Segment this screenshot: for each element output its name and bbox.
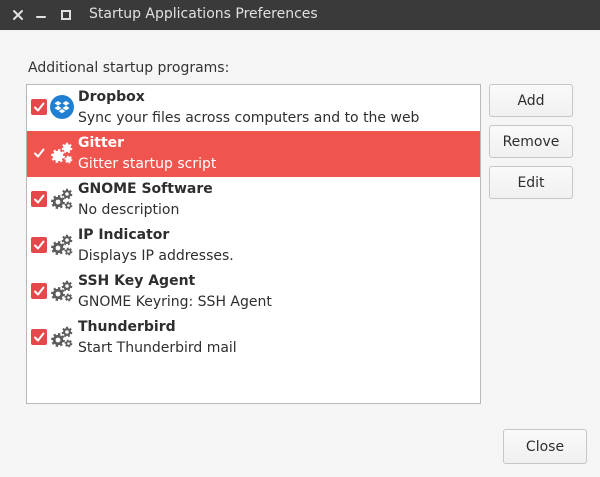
checkmark-icon (34, 102, 45, 112)
minimize-icon (36, 16, 46, 18)
list-label: Additional startup programs: (28, 60, 230, 76)
close-button[interactable]: Close (503, 429, 587, 464)
enabled-checkbox[interactable] (31, 145, 47, 161)
close-window-button[interactable] (7, 0, 29, 30)
program-name: SSH Key Agent (78, 273, 196, 289)
remove-button[interactable]: Remove (489, 125, 573, 158)
dropbox-icon (50, 95, 74, 119)
checkmark-icon (34, 194, 45, 204)
edit-button[interactable]: Edit (489, 166, 573, 199)
enabled-checkbox[interactable] (31, 283, 47, 299)
program-name: Dropbox (78, 89, 145, 105)
gears-icon (50, 325, 74, 349)
startup-programs-list[interactable]: Dropbox Sync your files across computers … (26, 84, 481, 404)
gears-icon (50, 233, 74, 257)
checkmark-icon (34, 240, 45, 250)
program-description: GNOME Keyring: SSH Agent (78, 294, 272, 310)
program-description: Gitter startup script (78, 156, 217, 172)
enabled-checkbox[interactable] (31, 329, 47, 345)
enabled-checkbox[interactable] (31, 99, 47, 115)
enabled-checkbox[interactable] (31, 237, 47, 253)
maximize-window-button[interactable] (55, 0, 77, 30)
program-description: Displays IP addresses. (78, 248, 234, 264)
window-title: Startup Applications Preferences (89, 6, 318, 22)
checkmark-icon (34, 332, 45, 342)
checkmark-icon (34, 286, 45, 296)
list-item[interactable]: IP Indicator Displays IP addresses. (27, 223, 480, 269)
gears-icon (50, 187, 74, 211)
list-item[interactable]: Thunderbird Start Thunderbird mail (27, 315, 480, 361)
gears-icon (50, 141, 74, 165)
program-name: IP Indicator (78, 227, 170, 243)
checkmark-icon (34, 148, 45, 158)
minimize-window-button[interactable] (30, 0, 52, 30)
program-name: GNOME Software (78, 181, 213, 197)
add-button[interactable]: Add (489, 84, 573, 117)
program-description: Sync your files across computers and to … (78, 110, 420, 126)
list-item[interactable]: GNOME Software No description (27, 177, 480, 223)
maximize-icon (61, 10, 71, 20)
program-name: Thunderbird (78, 319, 176, 335)
program-name: Gitter (78, 135, 125, 151)
list-item[interactable]: Gitter Gitter startup script (27, 131, 480, 177)
list-item[interactable]: Dropbox Sync your files across computers … (27, 85, 480, 131)
program-description: Start Thunderbird mail (78, 340, 237, 356)
enabled-checkbox[interactable] (31, 191, 47, 207)
close-icon (13, 10, 23, 20)
program-description: No description (78, 202, 180, 218)
list-item[interactable]: SSH Key Agent GNOME Keyring: SSH Agent (27, 269, 480, 315)
title-bar: Startup Applications Preferences (0, 0, 600, 30)
gears-icon (50, 279, 74, 303)
